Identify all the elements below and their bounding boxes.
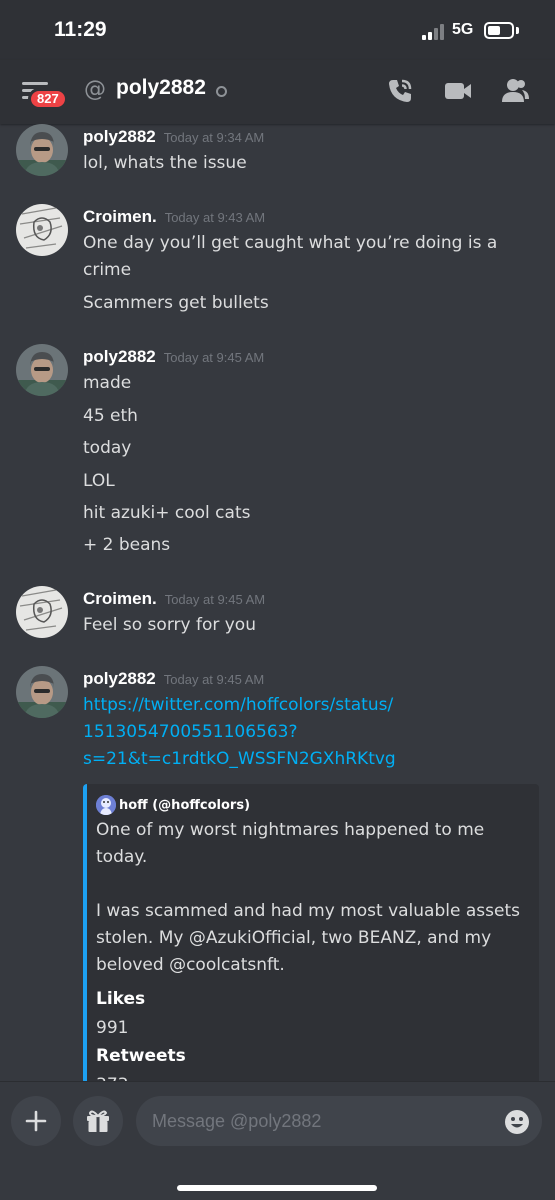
- offline-status-icon: [216, 86, 227, 97]
- message-link[interactable]: 1513054700551106563?: [83, 722, 298, 742]
- message-text: 45 eth: [83, 406, 138, 426]
- home-indicator: [177, 1185, 377, 1191]
- battery-tip: [516, 27, 519, 34]
- at-icon: @: [84, 77, 106, 102]
- message-text: crime: [83, 260, 132, 280]
- dm-header: 827 @ poly2882: [0, 60, 555, 124]
- members-icon[interactable]: [500, 76, 530, 106]
- status-time: 11:29: [54, 18, 107, 41]
- status-bar: 11:29 5G: [0, 0, 555, 60]
- message-text: today: [83, 438, 132, 458]
- video-call-icon[interactable]: [443, 76, 473, 106]
- message-list[interactable]: poly2882 Today at 9:34 AM lol, whats the …: [0, 124, 555, 1081]
- message-text: hit azuki+ cool cats: [83, 503, 251, 523]
- message-author[interactable]: Croimen. Today at 9:45 AM: [83, 589, 265, 609]
- message-text: lol, whats the issue: [83, 153, 247, 173]
- message-timestamp: Today at 9:45 AM: [163, 350, 265, 365]
- embed-text: stolen. My @AzukiOfficial, two BEANZ, an…: [96, 928, 492, 948]
- channel-title[interactable]: poly2882: [116, 76, 206, 100]
- avatar-poly2882[interactable]: [16, 124, 68, 176]
- unread-badge: 827: [28, 88, 68, 110]
- message-text: Feel so sorry for you: [83, 615, 256, 635]
- twitter-embed[interactable]: hoff (@hoffcolors) One of my worst night…: [83, 784, 539, 1081]
- embed-field-value: 991: [96, 1018, 129, 1038]
- message-text: + 2 beans: [83, 535, 171, 555]
- avatar-croimen[interactable]: [16, 204, 68, 256]
- battery-icon: [484, 22, 514, 39]
- message-timestamp: Today at 9:45 AM: [164, 592, 266, 607]
- message-composer: [0, 1081, 555, 1200]
- embed-text: today.: [96, 847, 148, 867]
- signal-icon: [422, 24, 448, 40]
- message-link[interactable]: s=21&t=c1rdtkO_WSSFN2GXhRKtvg: [83, 749, 396, 769]
- message-author[interactable]: poly2882 Today at 9:45 AM: [83, 347, 264, 367]
- embed-field-name: Retweets: [96, 1046, 186, 1066]
- embed-text: I was scammed and had my most valuable a…: [96, 901, 520, 921]
- message-text: made: [83, 373, 132, 393]
- message-author[interactable]: poly2882 Today at 9:34 AM: [83, 127, 264, 147]
- embed-field-name: Likes: [96, 989, 146, 1009]
- message-text: Scammers get bullets: [83, 293, 269, 313]
- message-author[interactable]: poly2882 Today at 9:45 AM: [83, 669, 264, 689]
- message-timestamp: Today at 9:43 AM: [164, 210, 266, 225]
- message-text: One day you’ll get caught what you’re do…: [83, 233, 498, 253]
- message-text: LOL: [83, 471, 115, 491]
- call-icon[interactable]: [385, 76, 415, 106]
- emoji-icon[interactable]: [504, 1109, 530, 1135]
- network-label: 5G: [452, 21, 474, 38]
- embed-text: beloved @coolcatsnft.: [96, 955, 285, 975]
- avatar-poly2882[interactable]: [16, 344, 68, 396]
- avatar-poly2882[interactable]: [16, 666, 68, 718]
- embed-author[interactable]: hoff (@hoffcolors): [119, 798, 250, 813]
- gift-button[interactable]: [73, 1096, 123, 1146]
- plus-icon: [25, 1110, 47, 1132]
- message-author[interactable]: Croimen. Today at 9:43 AM: [83, 207, 265, 227]
- add-attachment-button[interactable]: [11, 1096, 61, 1146]
- embed-author-avatar: [96, 795, 116, 815]
- embed-text: One of my worst nightmares happened to m…: [96, 820, 485, 840]
- message-timestamp: Today at 9:34 AM: [163, 130, 265, 145]
- gift-icon: [87, 1110, 109, 1132]
- avatar-croimen[interactable]: [16, 586, 68, 638]
- message-input[interactable]: [136, 1096, 542, 1146]
- message-link[interactable]: https://twitter.com/hoffcolors/status/: [83, 695, 393, 715]
- message-timestamp: Today at 9:45 AM: [163, 672, 265, 687]
